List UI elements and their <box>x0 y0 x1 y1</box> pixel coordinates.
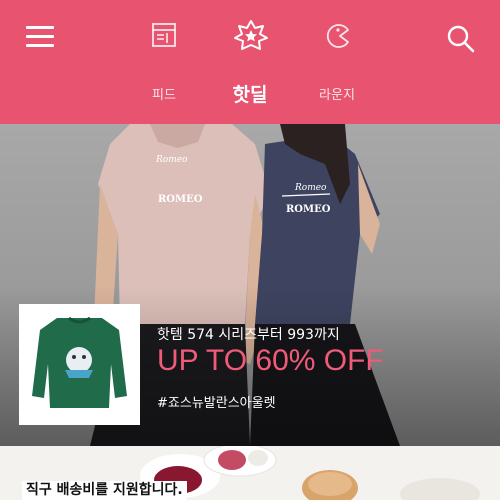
tab-hotdeal[interactable]: 핫딜 <box>200 0 300 124</box>
banner-promo: UP TO 60% OFF <box>157 344 384 377</box>
banner-hashtag[interactable]: #죠스뉴발란스아울렛 <box>157 392 276 411</box>
banner-title: 핫템 574 시리즈부터 993까지 <box>157 327 340 343</box>
svg-text:Romeo: Romeo <box>294 183 327 193</box>
shipping-promo-text: 직구 배송비를 지원합니다. <box>22 481 187 500</box>
tab-hotdeal-label: 핫딜 <box>232 84 268 106</box>
app-header: 피드 핫딜 라운지 <box>0 0 500 124</box>
lounge-icon <box>326 24 349 48</box>
feed-icon <box>152 23 176 47</box>
hamburger-icon[interactable] <box>26 26 54 48</box>
svg-text:ROMEO: ROMEO <box>158 194 203 205</box>
tab-feed[interactable]: 피드 <box>114 0 214 124</box>
promo-banner[interactable]: Romeo ROMEO Romeo ROMEO 핫템 574 시리즈부터 993… <box>0 124 500 446</box>
svg-text:ROMEO: ROMEO <box>286 204 331 215</box>
tab-feed-label: 피드 <box>152 88 176 103</box>
hotdeal-icon <box>234 20 268 50</box>
product-thumbnail[interactable] <box>19 304 140 425</box>
shipping-promo-card[interactable]: 직구 배송비를 지원합니다. <box>0 446 500 500</box>
svg-text:Romeo: Romeo <box>155 155 188 165</box>
tab-lounge[interactable]: 라운지 <box>294 0 394 124</box>
search-icon[interactable] <box>446 24 476 54</box>
tab-lounge-label: 라운지 <box>319 88 355 103</box>
